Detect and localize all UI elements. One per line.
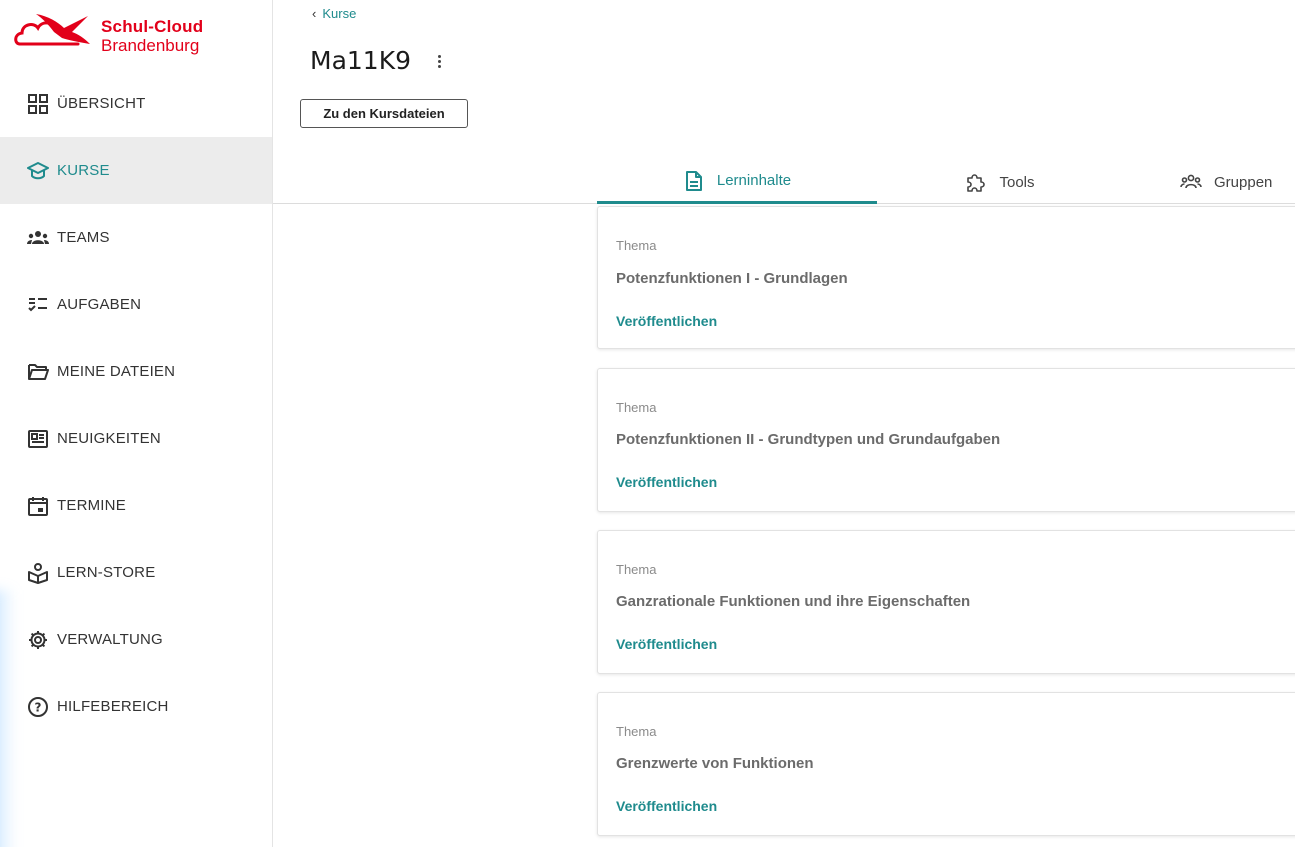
topic-type-label: Thema [616, 400, 657, 415]
topic-card[interactable]: Thema Grenzwerte von Funktionen Veröffen… [597, 692, 1295, 836]
document-icon [683, 170, 705, 192]
sidebar-item-neuigkeiten[interactable]: NEUIGKEITEN [0, 405, 272, 472]
sidebar-item-label: MEINE DATEIEN [57, 363, 176, 380]
topic-type-label: Thema [616, 724, 657, 739]
sidebar-item-termine[interactable]: TERMINE [0, 472, 272, 539]
sidebar-item-label: LERN-STORE [57, 564, 156, 581]
topic-card[interactable]: Thema Potenzfunktionen II - Grundtypen u… [597, 368, 1295, 512]
tab-label: Lerninhalte [716, 172, 792, 189]
sidebar-item-label: HILFEBEREICH [57, 698, 169, 715]
publish-link[interactable]: Veröffentlichen [616, 636, 717, 652]
tab-tools[interactable]: Tools [940, 160, 1060, 204]
sidebar-item-aufgaben[interactable]: AUFGABEN [0, 271, 272, 338]
sidebar-item-label: NEUIGKEITEN [57, 430, 161, 447]
group-people-icon [1180, 171, 1202, 193]
publish-link[interactable]: Veröffentlichen [616, 474, 717, 490]
lern-store-icon [27, 562, 49, 584]
sidebar: Schul-Cloud Brandenburg ÜBERSICHT KURSE [0, 0, 273, 847]
sidebar-item-label: ÜBERSICHT [57, 95, 146, 112]
topic-type-label: Thema [616, 562, 657, 577]
sidebar-nav: ÜBERSICHT KURSE TEAMS AUFGABEN MEINE DAT… [0, 70, 272, 740]
logo-text-line1: Schul-Cloud [101, 17, 204, 36]
dashboard-grid-icon [27, 93, 49, 115]
team-people-icon [27, 227, 49, 249]
sidebar-item-teams[interactable]: TEAMS [0, 204, 272, 271]
newspaper-icon [27, 428, 49, 450]
logo[interactable]: Schul-Cloud Brandenburg [14, 10, 254, 62]
breadcrumb[interactable]: ‹ Kurse [312, 6, 356, 21]
tab-label: Gruppen [1214, 173, 1273, 191]
topic-title[interactable]: Grenzwerte von Funktionen [616, 755, 814, 772]
puzzle-icon [965, 171, 987, 193]
topic-title[interactable]: Potenzfunktionen II - Grundtypen und Gru… [616, 431, 1000, 448]
chevron-left-icon: ‹ [312, 6, 317, 21]
course-files-button[interactable]: Zu den Kursdateien [300, 99, 468, 128]
svg-text:?: ? [35, 700, 42, 714]
sidebar-item-label: TEAMS [57, 229, 110, 246]
sidebar-item-label: VERWALTUNG [57, 631, 163, 648]
cloud-eagle-logo-icon [14, 14, 90, 46]
breadcrumb-link[interactable]: Kurse [322, 6, 356, 21]
sidebar-item-hilfebereich[interactable]: ? HILFEBEREICH [0, 673, 272, 740]
sidebar-item-verwaltung[interactable]: VERWALTUNG [0, 606, 272, 673]
topic-title[interactable]: Potenzfunktionen I - Grundlagen [616, 270, 848, 287]
sidebar-item-meine-dateien[interactable]: MEINE DATEIEN [0, 338, 272, 405]
folder-open-icon [27, 361, 49, 383]
calendar-icon [27, 495, 49, 517]
gear-icon [27, 629, 49, 651]
publish-link[interactable]: Veröffentlichen [616, 313, 717, 329]
logo-text-line2: Brandenburg [101, 36, 200, 55]
topic-type-label: Thema [616, 238, 657, 253]
graduation-cap-icon [27, 160, 49, 182]
tasks-checklist-icon [27, 294, 49, 316]
page-title: Ma11K9 [310, 46, 412, 75]
sidebar-item-label: KURSE [57, 162, 110, 179]
topic-card[interactable]: Thema Ganzrationale Funktionen und ihre … [597, 530, 1295, 674]
sidebar-item-label: TERMINE [57, 497, 126, 514]
sidebar-item-uebersicht[interactable]: ÜBERSICHT [0, 70, 272, 137]
topic-card[interactable]: Thema Potenzfunktionen I - Grundlagen Ve… [597, 206, 1295, 349]
tab-gruppen[interactable]: Gruppen [1180, 160, 1295, 204]
tab-lerninhalte[interactable]: Lerninhalte [597, 160, 877, 204]
help-circle-icon: ? [27, 696, 49, 718]
sidebar-item-label: AUFGABEN [57, 296, 142, 313]
topic-title[interactable]: Ganzrationale Funktionen und ihre Eigens… [616, 593, 970, 610]
sidebar-item-lern-store[interactable]: LERN-STORE [0, 539, 272, 606]
sidebar-item-kurse[interactable]: KURSE [0, 137, 272, 204]
publish-link[interactable]: Veröffentlichen [616, 798, 717, 814]
tab-label: Tools [999, 173, 1035, 191]
more-options-icon[interactable] [432, 53, 446, 73]
